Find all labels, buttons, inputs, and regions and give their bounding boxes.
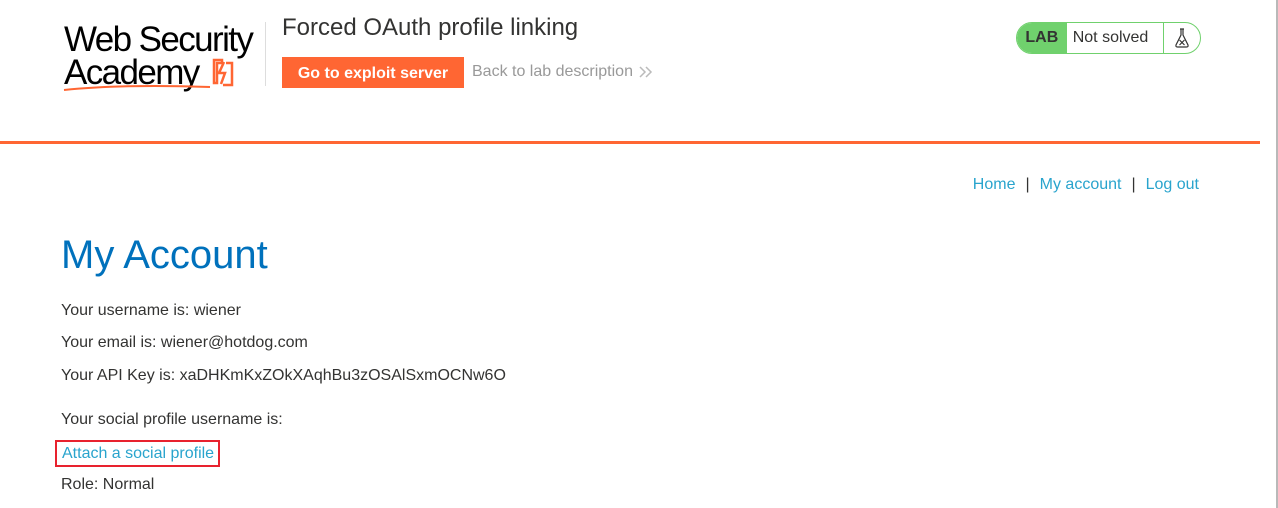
nav-my-account-link[interactable]: My account: [1040, 176, 1122, 193]
attach-social-profile-link[interactable]: Attach a social profile: [55, 440, 221, 467]
logo-underline: [63, 85, 211, 91]
lab-title: Forced OAuth profile linking: [282, 14, 579, 41]
lab-status-widget: LAB Not solved: [1016, 22, 1201, 54]
api-key-text: Your API Key is: xaDHKmKxZOkXAqhBu3zOSAl…: [61, 367, 506, 384]
logo-line-1: Web Security: [64, 20, 254, 59]
social-profile-username-text: Your social profile username is:: [61, 411, 283, 428]
username-text: Your username is: wiener: [61, 302, 241, 319]
lab-status-text: Not solved: [1072, 29, 1149, 46]
back-link-label: Back to lab description: [472, 63, 633, 80]
account-nav: Home | My account | Log out: [973, 176, 1199, 194]
logo-divider: [265, 22, 266, 86]
page: Web Security Academy Forced OAuth profil…: [0, 0, 1278, 508]
lab-header: Web Security Academy Forced OAuth profil…: [0, 0, 1260, 144]
nav-separator: |: [1025, 176, 1030, 193]
back-to-lab-description-link[interactable]: Back to lab description: [472, 63, 653, 81]
lightning-bolt-icon: [212, 58, 234, 87]
double-chevron-right-icon: [639, 66, 653, 78]
go-to-exploit-server-button[interactable]: Go to exploit server: [282, 57, 464, 88]
nav-log-out-link[interactable]: Log out: [1146, 176, 1199, 193]
nav-separator: |: [1131, 176, 1136, 193]
page-title: My Account: [61, 233, 268, 277]
flask-icon: [1163, 23, 1200, 53]
lab-badge: LAB: [1017, 23, 1067, 53]
web-security-academy-logo[interactable]: Web Security Academy: [62, 20, 272, 94]
email-text: Your email is: wiener@hotdog.com: [61, 334, 308, 351]
role-text: Role: Normal: [61, 476, 155, 493]
nav-home-link[interactable]: Home: [973, 176, 1016, 193]
